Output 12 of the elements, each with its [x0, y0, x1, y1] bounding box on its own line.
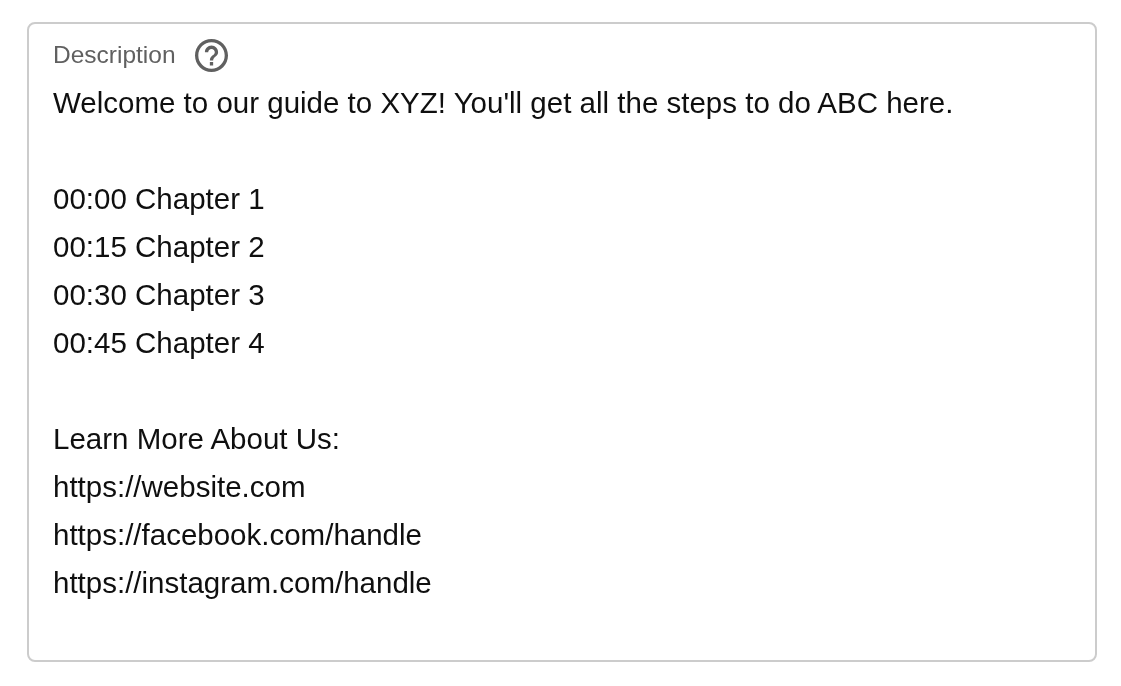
description-text-line: 00:45 Chapter 4	[53, 325, 265, 361]
description-text-line: https://instagram.com/handle	[53, 565, 432, 601]
description-field[interactable]	[27, 22, 1097, 662]
description-text-line: https://facebook.com/handle	[53, 517, 422, 553]
field-label: Description	[53, 40, 176, 70]
description-text-line: 00:15 Chapter 2	[53, 229, 265, 265]
description-text-line: Learn More About Us:	[53, 421, 340, 457]
description-text-line: 00:00 Chapter 1	[53, 181, 265, 217]
description-text-line: https://website.com	[53, 469, 306, 505]
description-text-line: 00:30 Chapter 3	[53, 277, 265, 313]
help-icon[interactable]	[194, 38, 228, 72]
description-text-line: Welcome to our guide to XYZ! You'll get all the steps to do ABC here.	[53, 85, 954, 121]
